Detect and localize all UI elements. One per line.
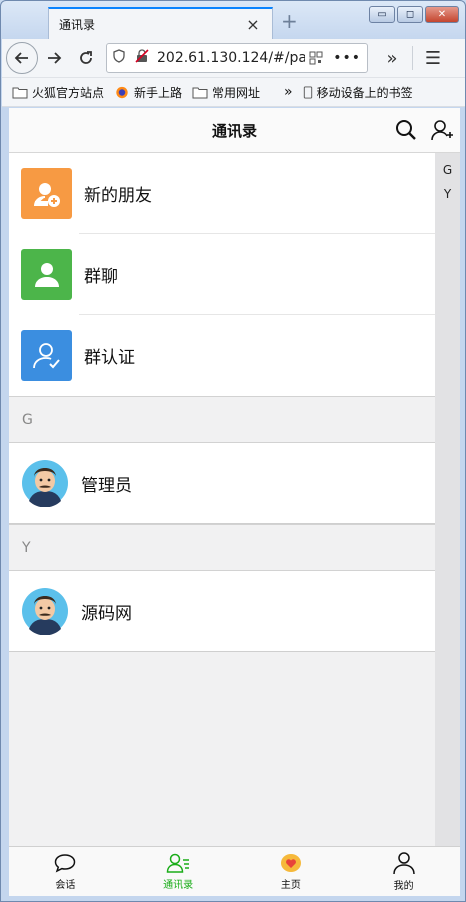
back-arrow-icon bbox=[14, 52, 28, 64]
list-item-label: 新的朋友 bbox=[84, 186, 152, 206]
page-actions-button[interactable]: ••• bbox=[333, 50, 361, 66]
back-button[interactable] bbox=[6, 42, 38, 74]
qr-code-icon[interactable] bbox=[309, 51, 327, 65]
index-letter[interactable]: G bbox=[443, 158, 452, 182]
forward-button[interactable] bbox=[38, 42, 70, 74]
url-text: 202.61.130.124/#/page bbox=[157, 50, 305, 66]
contact-name: 管理员 bbox=[81, 475, 132, 496]
tab-me[interactable]: 我的 bbox=[347, 847, 460, 896]
contacts-app: 通讯录 新的朋友 群聊 群认证 G 管理员 Y 源码网 G Y 会话 通讯录 主… bbox=[9, 108, 460, 896]
chat-icon bbox=[55, 854, 76, 873]
bookmark-item[interactable]: 新手上路 bbox=[114, 84, 182, 101]
browser-tab[interactable]: 通讯录 × bbox=[48, 7, 273, 39]
section-header-y: Y bbox=[9, 524, 435, 571]
tab-label: 主页 bbox=[280, 880, 301, 891]
tab-strip: 通讯录 × + ▭ ◻ ✕ bbox=[1, 1, 465, 39]
contact-row[interactable]: 管理员 bbox=[9, 443, 435, 524]
list-item-new-friends[interactable]: 新的朋友 bbox=[9, 153, 435, 234]
contact-list: 新的朋友 群聊 群认证 G 管理员 Y 源码网 bbox=[9, 153, 435, 846]
app-header: 通讯录 bbox=[9, 108, 460, 153]
tab-close-icon[interactable]: × bbox=[244, 15, 262, 34]
contact-name: 源码网 bbox=[81, 603, 132, 624]
contact-row[interactable]: 源码网 bbox=[9, 571, 435, 652]
bookmarks-bar: 火狐官方站点 新手上路 常用网址 » 移动设备上的书签 bbox=[2, 78, 465, 107]
index-letter[interactable]: Y bbox=[444, 182, 451, 206]
bookmark-label: 新手上路 bbox=[134, 85, 183, 100]
user-icon bbox=[392, 852, 415, 875]
mobile-bookmarks-label: 移动设备上的书签 bbox=[316, 85, 413, 100]
shield-icon[interactable] bbox=[113, 49, 135, 67]
header-actions bbox=[394, 118, 454, 142]
group-chat-icon bbox=[21, 249, 72, 300]
tab-contacts[interactable]: 通讯录 bbox=[122, 847, 235, 896]
browser-window: 通讯录 × + ▭ ◻ ✕ 202.61.130.124/#/page bbox=[0, 0, 466, 902]
avatar bbox=[21, 587, 69, 635]
avatar bbox=[21, 459, 69, 507]
close-window-button[interactable]: ✕ bbox=[425, 6, 459, 23]
home-heart-icon bbox=[280, 854, 301, 872]
bookmark-label: 常用网址 bbox=[212, 85, 261, 100]
tab-label: 我的 bbox=[393, 881, 414, 892]
alphabet-index: G Y bbox=[435, 153, 460, 846]
mobile-bookmarks[interactable]: 移动设备上的书签 bbox=[303, 84, 413, 101]
mobile-device-icon bbox=[303, 85, 312, 99]
tab-label: 会话 bbox=[55, 880, 76, 891]
forward-arrow-icon bbox=[48, 52, 62, 64]
page-title: 通讯录 bbox=[211, 121, 257, 140]
firefox-icon bbox=[116, 86, 128, 98]
overflow-button[interactable]: » bbox=[376, 42, 408, 74]
bookmarks-overflow-button[interactable]: » bbox=[284, 84, 293, 100]
window-controls: ▭ ◻ ✕ bbox=[369, 6, 459, 23]
tab-chats[interactable]: 会话 bbox=[9, 847, 122, 896]
search-icon[interactable] bbox=[394, 118, 418, 142]
tab-home[interactable]: 主页 bbox=[235, 847, 348, 896]
add-friend-icon[interactable] bbox=[430, 118, 454, 142]
menu-button[interactable]: ☰ bbox=[417, 42, 449, 74]
navigation-bar: 202.61.130.124/#/page ••• » ☰ bbox=[2, 39, 465, 78]
folder-icon bbox=[192, 87, 208, 98]
toolbar-separator bbox=[412, 46, 413, 70]
list-item-group-verify[interactable]: 群认证 bbox=[9, 315, 435, 396]
reload-button[interactable] bbox=[70, 42, 102, 74]
section-header-g: G bbox=[9, 396, 435, 443]
reload-icon bbox=[80, 51, 92, 64]
insecure-lock-icon[interactable] bbox=[135, 49, 157, 67]
contacts-icon bbox=[166, 853, 190, 873]
maximize-button[interactable]: ◻ bbox=[397, 6, 423, 23]
bookmark-label: 火狐官方站点 bbox=[32, 85, 105, 100]
group-verify-icon bbox=[21, 330, 72, 381]
url-bar[interactable]: 202.61.130.124/#/page ••• bbox=[106, 43, 368, 73]
folder-icon bbox=[12, 87, 28, 98]
tab-label: 通讯录 bbox=[163, 880, 194, 891]
list-item-label: 群聊 bbox=[84, 267, 118, 287]
list-item-group-chat[interactable]: 群聊 bbox=[9, 234, 435, 315]
new-friends-icon bbox=[21, 168, 72, 219]
tab-title: 通讯录 bbox=[59, 17, 96, 32]
bookmark-item[interactable]: 火狐官方站点 bbox=[12, 84, 104, 101]
minimize-button[interactable]: ▭ bbox=[369, 6, 395, 23]
bookmark-item[interactable]: 常用网址 bbox=[192, 84, 260, 101]
bottom-tab-bar: 会话 通讯录 主页 我的 bbox=[9, 846, 460, 896]
new-tab-button[interactable]: + bbox=[281, 9, 298, 33]
list-item-label: 群认证 bbox=[84, 348, 135, 368]
